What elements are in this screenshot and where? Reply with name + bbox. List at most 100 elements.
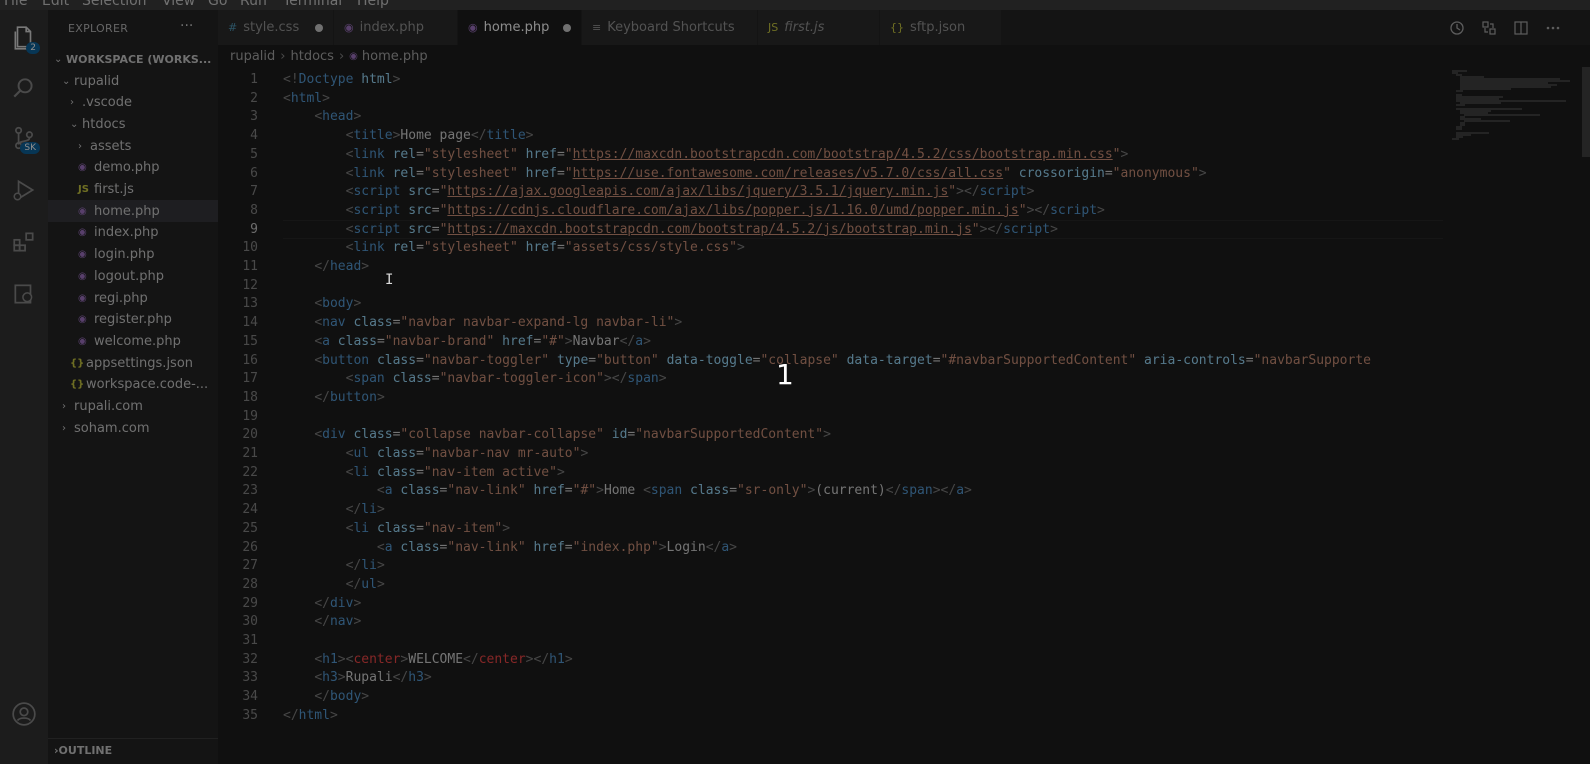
- tree-item[interactable]: › soham.com: [48, 417, 218, 439]
- code-token: </: [345, 576, 362, 592]
- breadcrumb-item[interactable]: rupalid: [230, 49, 275, 64]
- source-control-activity[interactable]: SK: [0, 114, 48, 162]
- code-line[interactable]: <link rel="stylesheet" href="assets/css/…: [283, 238, 745, 257]
- code-line[interactable]: </li>: [283, 556, 385, 575]
- tree-item[interactable]: ◉ demo.php: [48, 157, 218, 179]
- code-line[interactable]: <script src="https://cdnjs.cloudflare.co…: [283, 201, 1105, 220]
- tree-item[interactable]: › assets: [48, 135, 218, 157]
- tree-item[interactable]: ◉ regi.php: [48, 287, 218, 309]
- remote-explorer-activity[interactable]: [0, 270, 48, 318]
- explorer-activity[interactable]: 2: [0, 14, 48, 62]
- tree-item[interactable]: JS first.js: [48, 179, 218, 201]
- code-line[interactable]: </html>: [283, 706, 338, 725]
- tree-item[interactable]: ◉ index.php: [48, 222, 218, 244]
- code-line[interactable]: </ul>: [283, 575, 385, 594]
- tab-style-css[interactable]: # style.css: [218, 10, 334, 45]
- code-line[interactable]: <h3>Rupali</h3>: [283, 668, 431, 687]
- code-line[interactable]: <h1><center>WELCOME</center></h1>: [283, 650, 572, 669]
- code-token: id: [611, 427, 628, 443]
- code-line[interactable]: </li>: [283, 500, 385, 519]
- code-line[interactable]: <link rel="stylesheet" href="https://max…: [283, 145, 1129, 164]
- code-token: =: [416, 464, 424, 480]
- code-line[interactable]: <li class="nav-item">: [283, 519, 510, 538]
- tree-item[interactable]: ◉ welcome.php: [48, 330, 218, 352]
- tree-item[interactable]: › .vscode: [48, 92, 218, 114]
- search-activity[interactable]: [0, 64, 48, 112]
- code-line[interactable]: </body>: [283, 687, 369, 706]
- code-line[interactable]: <body>: [283, 294, 361, 313]
- code-line[interactable]: <head>: [283, 107, 361, 126]
- tree-item[interactable]: {} appsettings.json: [48, 352, 218, 374]
- open-changes-button[interactable]: [1474, 10, 1504, 45]
- code-line[interactable]: <html>: [283, 89, 330, 108]
- tree-item[interactable]: ◉ login.php: [48, 244, 218, 266]
- tree-item[interactable]: ⌄ htdocs: [48, 113, 218, 135]
- code-line[interactable]: </div>: [283, 594, 361, 613]
- run-debug-activity[interactable]: [0, 166, 48, 214]
- code-line[interactable]: <script src="https://ajax.googleapis.com…: [283, 182, 1035, 201]
- tree-item-label: rupalid: [74, 73, 120, 89]
- menu-selection[interactable]: Selection: [82, 0, 147, 9]
- tab-sftp-json[interactable]: {} sftp.json: [880, 10, 1002, 45]
- code-line[interactable]: <li class="nav-item active">: [283, 463, 565, 482]
- more-actions-icon[interactable]: ···: [180, 18, 193, 34]
- code-line[interactable]: <nav class="navbar navbar-expand-lg navb…: [283, 313, 682, 332]
- code-editor[interactable]: 1 2 3 4 5 6 7 8 9 10 11 12 13 14 15 16 17 18 19 20 21 22 23 24 2…: [218, 67, 1590, 764]
- accounts-activity[interactable]: [0, 690, 48, 738]
- code-line[interactable]: </head>: [283, 257, 369, 276]
- code-token: center: [353, 651, 401, 667]
- breadcrumb-item[interactable]: htdocs: [290, 49, 333, 64]
- modified-dot-icon[interactable]: [315, 23, 323, 32]
- tree-item[interactable]: ◉ home.php: [48, 200, 218, 223]
- workspace-section-header[interactable]: ⌄ WORKSPACE (WORKS...: [48, 48, 218, 70]
- tree-item[interactable]: {} workspace.code-...: [48, 374, 218, 396]
- code-line[interactable]: <title>Home page</title>: [283, 126, 534, 145]
- modified-dot-icon[interactable]: [563, 23, 571, 32]
- tree-item[interactable]: ⌄ rupalid: [48, 70, 218, 92]
- menu-help[interactable]: Help: [357, 0, 389, 9]
- code-line[interactable]: </button>: [283, 388, 384, 407]
- code-line[interactable]: <script src="https://maxcdn.bootstrapcdn…: [283, 220, 1058, 239]
- code-line[interactable]: <button class="navbar-toggler" type="but…: [283, 351, 1371, 370]
- code-line[interactable]: <!Doctype html>: [283, 70, 400, 89]
- editor-scrollbar[interactable]: [1582, 67, 1590, 157]
- breadcrumb-item[interactable]: home.php: [362, 49, 428, 64]
- code-line[interactable]: <a class="nav-link" href="#">Home <span …: [283, 481, 972, 500]
- code-token: href: [525, 146, 557, 162]
- code-line[interactable]: <span class="navbar-toggler-icon"></span…: [283, 369, 667, 388]
- code-token: crossorigin: [1018, 165, 1105, 181]
- menu-edit[interactable]: Edit: [42, 0, 69, 9]
- extensions-activity[interactable]: [0, 218, 48, 266]
- code-token: script: [353, 202, 401, 218]
- timeline-button[interactable]: [1442, 10, 1472, 45]
- menu-run[interactable]: Run: [240, 0, 267, 9]
- menu-view[interactable]: View: [162, 0, 195, 9]
- code-line[interactable]: </nav>: [283, 612, 361, 631]
- split-editor-button[interactable]: [1506, 10, 1536, 45]
- code-line[interactable]: <link rel="stylesheet" href="https://use…: [283, 164, 1207, 183]
- code-line[interactable]: <ul class="navbar-nav mr-auto">: [283, 444, 589, 463]
- outline-section-header[interactable]: › OUTLINE: [48, 738, 218, 761]
- tree-item[interactable]: ◉ logout.php: [48, 265, 218, 287]
- code-line[interactable]: <a class="navbar-brand" href="#">Navbar<…: [283, 332, 651, 351]
- code-token: "navbar-toggler": [423, 352, 550, 368]
- code-line[interactable]: <a class="nav-link" href="index.php">Log…: [283, 538, 737, 557]
- menu-terminal[interactable]: Terminal: [283, 0, 342, 9]
- more-editor-actions-button[interactable]: [1538, 10, 1568, 45]
- minimap[interactable]: [1452, 67, 1582, 187]
- code-token: <: [314, 109, 323, 125]
- minimap-line: [1456, 90, 1463, 92]
- tab-home-php[interactable]: ◉ home.php: [458, 10, 582, 45]
- tab-keyboard-shortcuts[interactable]: ≡ Keyboard Shortcuts: [582, 10, 758, 45]
- tree-item[interactable]: › rupali.com: [48, 396, 218, 418]
- menu-go[interactable]: Go: [208, 0, 227, 9]
- tab-first-js[interactable]: JS first.js: [758, 10, 880, 45]
- code-line[interactable]: <div class="collapse navbar-collapse" id…: [283, 425, 831, 444]
- code-token: >: [322, 90, 330, 106]
- tab-index-php[interactable]: ◉ index.php: [334, 10, 458, 45]
- code-token: button: [329, 389, 377, 405]
- code-token: >: [361, 689, 370, 705]
- menu-file[interactable]: File: [4, 0, 27, 9]
- tree-item[interactable]: ◉ register.php: [48, 309, 218, 331]
